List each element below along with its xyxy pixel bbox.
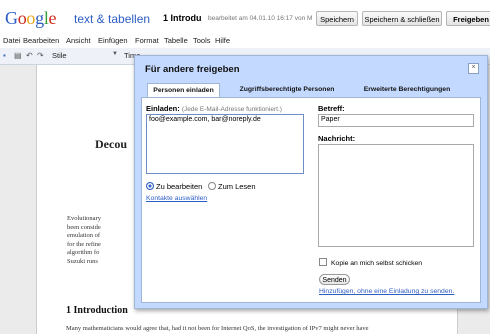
save-button[interactable]: Speichern — [316, 11, 358, 26]
undo-icon[interactable]: ↶ — [26, 51, 33, 60]
message-label: Nachricht: — [318, 134, 356, 143]
last-edited-info: bearbeitet am 04.01.10 16:17 von Mathias — [208, 15, 312, 22]
style-select[interactable]: Stile — [52, 51, 67, 60]
menu-format[interactable]: Format — [135, 36, 159, 45]
invite-label: Einladen: (Jede E-Mail-Adresse funktioni… — [146, 104, 282, 113]
checkbox-box[interactable] — [319, 258, 327, 266]
menu-datei[interactable]: Datei — [3, 36, 21, 45]
menu-ansicht[interactable]: Ansicht — [66, 36, 91, 45]
body-paragraph: Many mathematicians would agree that, ha… — [66, 325, 369, 332]
radio-edit[interactable]: Zu bearbeiten — [146, 182, 202, 191]
tab-authorized-people[interactable]: Zugriffsberechtigte Personen — [229, 83, 345, 97]
menu-bearbeiten[interactable]: Bearbeiten — [23, 36, 59, 45]
menu-hilfe[interactable]: Hilfe — [215, 36, 230, 45]
save-and-close-button[interactable]: Speichern & schließen — [362, 11, 442, 26]
invite-email-field[interactable]: foo@example.com, bar@noreply.de — [146, 114, 304, 174]
send-button[interactable]: Senden — [319, 274, 350, 285]
document-title[interactable]: 1 Introdu — [163, 13, 202, 23]
invite-panel: Einladen: (Jede E-Mail-Adresse funktioni… — [141, 97, 481, 303]
copy-to-self-checkbox[interactable]: Kopie an mich selbst schicken — [319, 258, 422, 267]
radio-edit-indicator[interactable] — [146, 182, 154, 190]
style-dropdown-icon[interactable]: ▼ — [112, 51, 118, 57]
tab-advanced-permissions[interactable]: Erweiterte Berechtigungen — [351, 83, 463, 97]
close-icon[interactable]: × — [468, 63, 479, 74]
share-dialog: Für andere freigeben × Personen einladen… — [134, 55, 488, 309]
radio-view-indicator[interactable] — [208, 182, 216, 190]
menu-tools[interactable]: Tools — [193, 36, 211, 45]
menu-einfuegen[interactable]: Einfügen — [98, 36, 128, 45]
choose-contacts-link[interactable]: Kontakte auswählen — [146, 195, 207, 202]
menu-tabelle[interactable]: Tabelle — [164, 36, 188, 45]
radio-view[interactable]: Zum Lesen — [208, 182, 256, 191]
google-logo[interactable]: Google — [5, 8, 57, 29]
dialog-tabs: Personen einladen Zugriffsberechtigte Pe… — [141, 83, 481, 97]
subject-field[interactable]: Paper — [318, 114, 474, 127]
product-name: text & tabellen — [74, 12, 151, 26]
save-icon[interactable]: ▪ — [3, 51, 6, 60]
section-heading: 1 Introduction — [66, 305, 128, 316]
invite-hint: (Jede E-Mail-Adresse funktioniert.) — [181, 106, 282, 113]
print-icon[interactable]: ▤ — [14, 51, 22, 60]
share-button[interactable]: Freigeben — [446, 11, 490, 26]
subject-label: Betreff: — [318, 104, 345, 113]
top-bar: Google text & tabellen 1 Introdu bearbei… — [0, 0, 490, 34]
redo-icon[interactable]: ↷ — [37, 51, 44, 60]
message-field[interactable] — [318, 144, 474, 247]
menu-bar: Datei Bearbeiten Ansicht Einfügen Format… — [0, 34, 490, 49]
paper-title: Decou — [95, 137, 127, 151]
add-without-invite-link[interactable]: Hinzufügen, ohne eine Einladung zu sende… — [319, 288, 454, 295]
dialog-title: Für andere freigeben — [145, 64, 240, 75]
tab-invite-people[interactable]: Personen einladen — [147, 83, 220, 97]
